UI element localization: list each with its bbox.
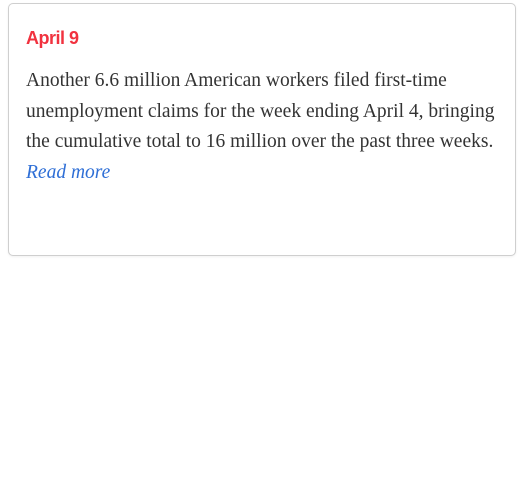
read-more-link[interactable]: Read more	[26, 158, 506, 189]
update-text: Another 6.6 million American workers fil…	[26, 70, 495, 153]
update-body: Another 6.6 million American workers fil…	[26, 66, 506, 188]
update-date: April 9	[26, 28, 79, 48]
update-card: April 9 Another 6.6 million American wor…	[8, 3, 516, 256]
